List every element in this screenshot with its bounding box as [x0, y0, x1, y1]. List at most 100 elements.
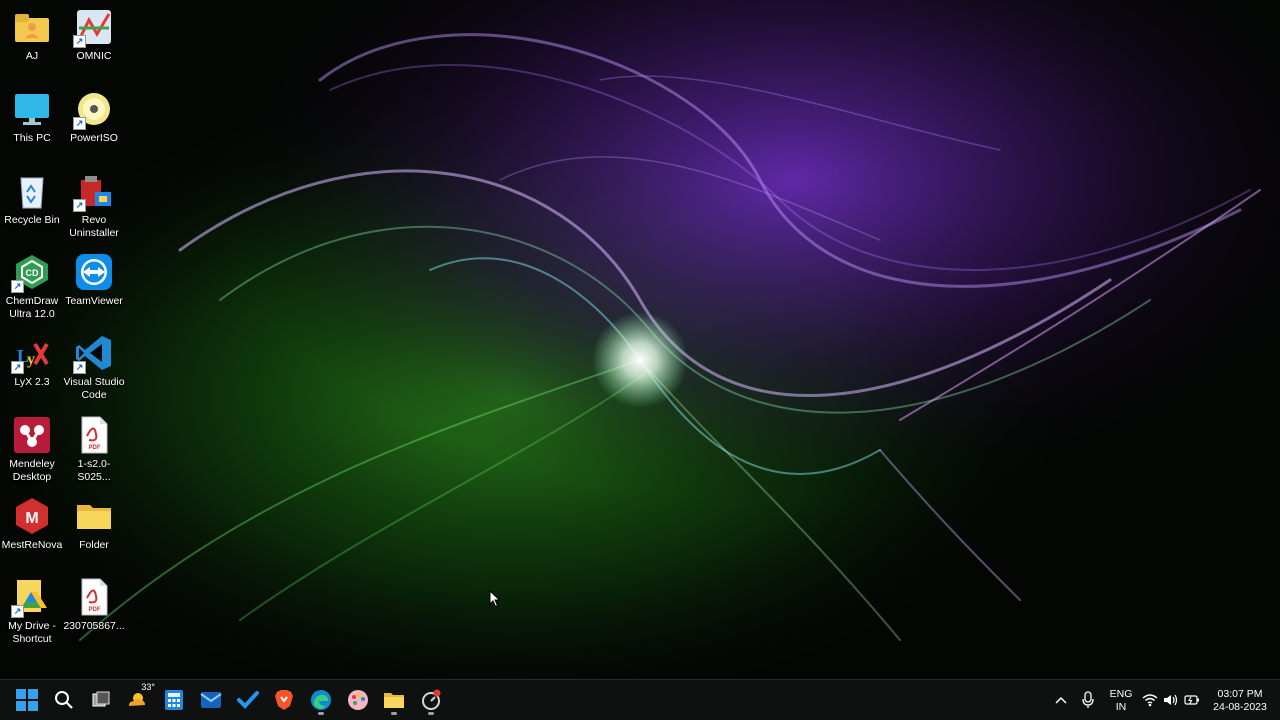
- clock-time: 03:07 PM: [1217, 688, 1263, 700]
- user-folder-icon: [13, 8, 51, 46]
- mail-icon: [200, 692, 222, 708]
- shortcut-arrow-icon: ↗: [11, 280, 24, 293]
- vscode-icon: ↗: [73, 334, 113, 374]
- microphone-button[interactable]: [1074, 684, 1102, 716]
- disc-icon: ↗: [73, 90, 113, 130]
- omnic-icon: ↗: [73, 8, 113, 48]
- recycle-bin-icon: [13, 172, 51, 210]
- checkmark-icon: [237, 691, 259, 709]
- taskbar-app-todo[interactable]: [232, 684, 264, 716]
- desktop-icon-label: This PC: [13, 132, 51, 144]
- clock-button[interactable]: 03:07 PM 24-08-2023: [1204, 686, 1276, 714]
- taskbar-app-mail[interactable]: [195, 684, 227, 716]
- shortcut-arrow-icon: ↗: [73, 117, 86, 130]
- show-hidden-icons-button[interactable]: [1046, 684, 1076, 716]
- teamviewer-icon: [75, 253, 113, 291]
- desktop-icon-user-folder[interactable]: AJ: [0, 4, 64, 63]
- taskbar-app-calculator[interactable]: [158, 684, 190, 716]
- wifi-icon: [1142, 694, 1158, 707]
- desktop-icon-label: PowerISO: [70, 132, 118, 144]
- chemdraw-icon: CD ↗: [11, 253, 51, 293]
- edge-browser-icon: [311, 690, 331, 710]
- calculator-icon: [165, 690, 183, 710]
- desktop-icon-label: My Drive - Shortcut: [8, 620, 56, 645]
- desktop-icon-label: 1-s2.0-S025...: [77, 458, 111, 483]
- mestrenova-icon: M: [13, 497, 51, 535]
- taskbar-app-brave[interactable]: [268, 684, 300, 716]
- svg-text:y: y: [27, 351, 35, 368]
- svg-text:PDF: PDF: [89, 445, 101, 451]
- taskbar: 33° ENG IN 03:07 PM 24-08-2023: [0, 679, 1280, 720]
- desktop-icon-mendeley[interactable]: Mendeley Desktop: [0, 412, 64, 484]
- shortcut-arrow-icon: ↗: [73, 361, 86, 374]
- desktop-icon-omnic[interactable]: ↗ OMNIC: [62, 4, 126, 63]
- screen-recorder-icon: [422, 689, 441, 710]
- desktop-icon-revo-uninstaller[interactable]: ↗ Revo Uninstaller: [62, 168, 126, 240]
- search-icon: [55, 691, 73, 709]
- taskbar-app-paint[interactable]: [342, 684, 374, 716]
- weather-widget[interactable]: 33°: [121, 682, 155, 716]
- search-button[interactable]: [48, 684, 80, 716]
- svg-text:M: M: [25, 510, 38, 527]
- google-drive-icon: ↗: [11, 578, 51, 618]
- brave-browser-icon: [275, 690, 293, 710]
- task-view-icon: [92, 691, 110, 707]
- desktop-icon-label: LyX 2.3: [14, 376, 50, 388]
- desktop-icon-poweriso[interactable]: ↗ PowerISO: [62, 86, 126, 145]
- svg-text:PDF: PDF: [89, 607, 101, 613]
- desktop-icon-label: 230705867...: [63, 620, 125, 632]
- desktop-icon-this-pc[interactable]: This PC: [0, 86, 64, 145]
- desktop-icon-label: ChemDraw Ultra 12.0: [5, 295, 59, 320]
- taskbar-app-edge[interactable]: [305, 684, 337, 716]
- desktop-icon-chemdraw[interactable]: CD ↗ ChemDraw Ultra 12.0: [0, 249, 64, 321]
- quick-settings-button[interactable]: [1140, 686, 1202, 714]
- chevron-up-icon: [1055, 696, 1067, 704]
- weather-sun-cloud-icon: [129, 693, 145, 706]
- pdf-file-icon: PDF: [75, 416, 113, 454]
- desktop-icon-label: TeamViewer: [65, 295, 123, 307]
- desktop-icon-recycle-bin[interactable]: Recycle Bin: [0, 168, 64, 227]
- region-code: IN: [1115, 701, 1127, 713]
- desktop-icon-label: MestReNova: [1, 539, 63, 551]
- desktop-area[interactable]: AJ ↗ OMNIC This PC ↗ PowerISO Recycle Bi…: [0, 0, 1280, 680]
- language-code: ENG: [1109, 688, 1133, 700]
- desktop-icon-teamviewer[interactable]: TeamViewer: [62, 249, 126, 308]
- desktop-icon-pdf-file[interactable]: PDF 230705867...: [62, 574, 126, 633]
- volume-icon: [1163, 694, 1178, 706]
- desktop-icon-vscode[interactable]: ↗ Visual Studio Code: [62, 330, 126, 402]
- revo-uninstaller-icon: ↗: [73, 172, 113, 212]
- task-view-button[interactable]: [85, 684, 117, 716]
- windows-logo-icon: [16, 689, 38, 711]
- desktop-icon-label: Revo Uninstaller: [69, 214, 119, 239]
- desktop-icon-label: AJ: [25, 50, 39, 62]
- desktop-icon-label: Visual Studio Code: [63, 376, 125, 401]
- file-explorer-icon: [384, 693, 404, 708]
- desktop-icon-lyx[interactable]: Ly ↗ LyX 2.3: [0, 330, 64, 389]
- desktop-icon-label: Folder: [79, 539, 109, 551]
- folder-icon: [75, 497, 113, 535]
- shortcut-arrow-icon: ↗: [11, 605, 24, 618]
- lyx-icon: Ly ↗: [11, 334, 51, 374]
- weather-temperature: 33°: [141, 682, 155, 692]
- monitor-icon: [13, 90, 51, 128]
- microphone-icon: [1082, 691, 1094, 708]
- clock-date: 24-08-2023: [1213, 701, 1267, 713]
- svg-text:CD: CD: [26, 268, 39, 278]
- paint-palette-icon: [348, 690, 368, 710]
- desktop-icon-folder[interactable]: Folder: [62, 493, 126, 552]
- shortcut-arrow-icon: ↗: [73, 199, 86, 212]
- desktop-icon-pdf-file[interactable]: PDF 1-s2.0-S025...: [62, 412, 126, 484]
- desktop-icon-label: OMNIC: [76, 50, 112, 62]
- mouse-cursor-icon: [489, 590, 501, 608]
- language-indicator[interactable]: ENG IN: [1104, 686, 1138, 714]
- battery-charging-icon: [1184, 695, 1199, 705]
- desktop-icon-my-drive[interactable]: ↗ My Drive - Shortcut: [0, 574, 64, 646]
- desktop-icon-mestrenova[interactable]: M MestReNova: [0, 493, 64, 552]
- desktop-icon-label: Recycle Bin: [4, 214, 60, 226]
- desktop-icon-label: Mendeley Desktop: [9, 458, 55, 483]
- mendeley-icon: [13, 416, 51, 454]
- taskbar-app-recorder[interactable]: [415, 684, 447, 716]
- taskbar-app-file-explorer[interactable]: [378, 684, 410, 716]
- shortcut-arrow-icon: ↗: [73, 35, 86, 48]
- start-button[interactable]: [11, 684, 43, 716]
